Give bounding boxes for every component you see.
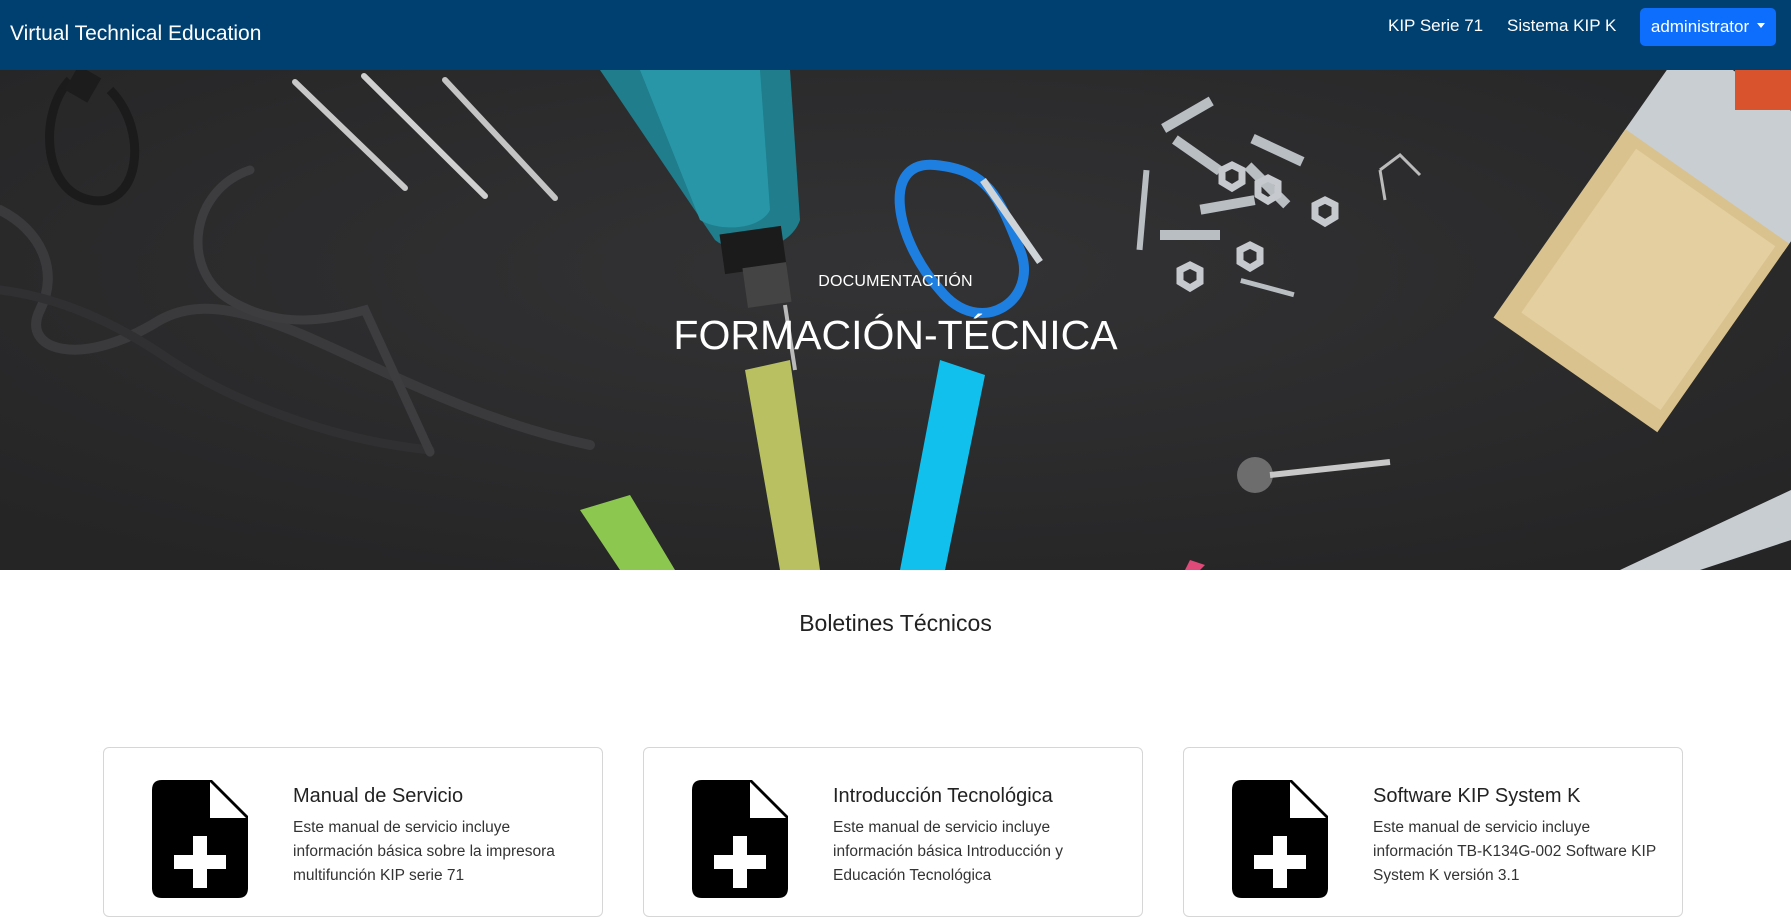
file-plus-icon [152, 780, 248, 898]
card-title: Manual de Servicio [293, 785, 464, 807]
file-plus-icon [1232, 780, 1328, 898]
card-title: Software KIP System K [1373, 785, 1581, 807]
card-software-kip-system-k[interactable]: Software KIP System K Este manual de ser… [1183, 747, 1683, 917]
hero-title: FORMACIÓN-TÉCNICA [673, 312, 1118, 358]
hero-subtitle: DOCUMENTACTIÓN [818, 273, 973, 290]
caret-down-icon [1757, 22, 1766, 28]
hero-banner: DOCUMENTACTIÓN FORMACIÓN-TÉCNICA [0, 70, 1791, 570]
file-plus-icon [692, 780, 788, 898]
card-description: Este manual de servicio incluye informac… [293, 819, 555, 884]
card-introduccion-tecnologica[interactable]: Introducción Tecnológica Este manual de … [643, 747, 1143, 917]
card-manual-de-servicio[interactable]: Manual de Servicio Este manual de servic… [103, 747, 603, 917]
card-title: Introducción Tecnológica [833, 785, 1053, 807]
nav-link-kip-serie-71[interactable]: KIP Serie 71 [1388, 16, 1483, 36]
brand-link[interactable]: Virtual Technical Education [10, 22, 261, 46]
section-title: Boletines Técnicos [799, 610, 992, 636]
card-description: Este manual de servicio incluye informac… [833, 819, 1064, 884]
user-menu-button[interactable]: administrator [1640, 8, 1776, 46]
card-description: Este manual de servicio incluye informac… [1373, 819, 1656, 884]
top-navbar: Virtual Technical Education KIP Serie 71… [0, 0, 1791, 70]
nav-link-sistema-kip-k[interactable]: Sistema KIP K [1507, 16, 1616, 36]
user-menu-label: administrator [1650, 17, 1750, 36]
